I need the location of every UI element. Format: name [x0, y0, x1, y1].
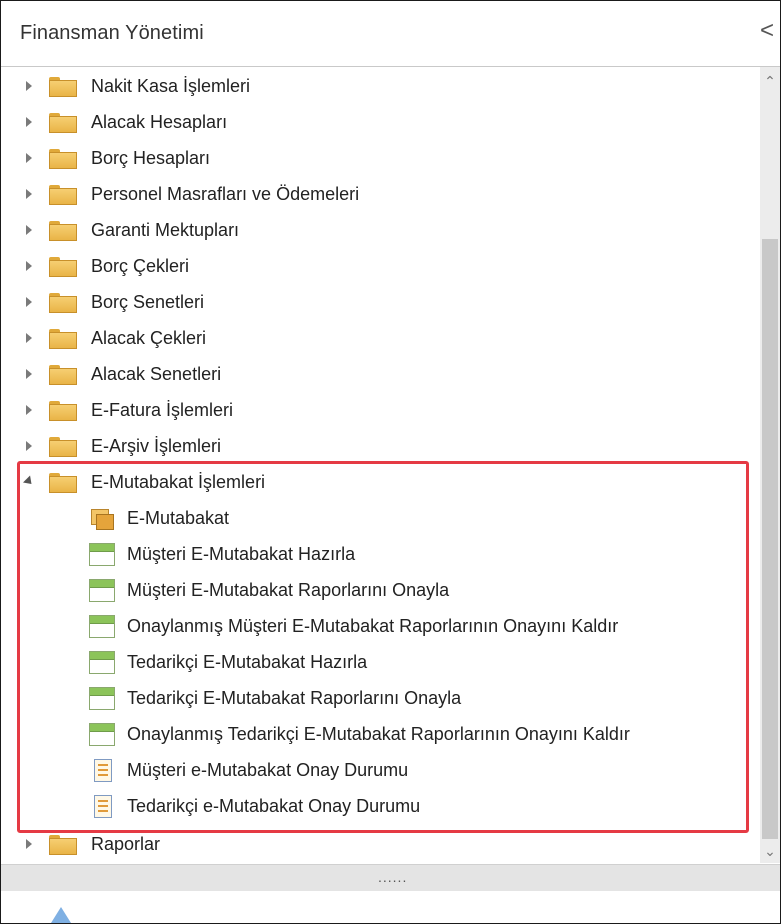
- tree-item-musteri-onay-kaldir[interactable]: Onaylanmış Müşteri E-Mutabakat Raporları…: [1, 609, 759, 643]
- expand-arrow-icon[interactable]: [26, 153, 32, 163]
- tree-folder-nakit-kasa[interactable]: Nakit Kasa İşlemleri: [1, 69, 759, 103]
- tree-item-label: Müşteri E-Mutabakat Raporlarını Onayla: [127, 580, 450, 600]
- expand-arrow-icon[interactable]: [26, 261, 32, 271]
- report-icon: [89, 759, 115, 782]
- expand-arrow-icon[interactable]: [26, 117, 32, 127]
- tree-folder-alacak-senetleri[interactable]: Alacak Senetleri: [1, 357, 759, 391]
- tree-folder-garanti-mektuplari[interactable]: Garanti Mektupları: [1, 213, 759, 247]
- tree-item-tedarikci-onay-durumu[interactable]: Tedarikçi e-Mutabakat Onay Durumu: [1, 789, 759, 823]
- tree-item-label: Borç Çekleri: [91, 256, 190, 276]
- tree-item-label: Borç Senetleri: [91, 292, 205, 312]
- vertical-scrollbar[interactable]: ⌃ ⌄: [760, 67, 780, 863]
- scroll-down-icon[interactable]: ⌄: [760, 841, 780, 861]
- tree-item-e-mutabakat[interactable]: E-Mutabakat: [1, 501, 759, 535]
- tree-item-label: Alacak Senetleri: [91, 364, 222, 384]
- expand-arrow-icon[interactable]: [26, 189, 32, 199]
- collapse-arrow-icon[interactable]: [22, 475, 36, 488]
- expand-arrow-icon[interactable]: [26, 441, 32, 451]
- tree-item-label: Raporlar: [91, 834, 161, 854]
- collapse-panel-button[interactable]: <: [760, 16, 780, 46]
- folder-icon: [49, 329, 78, 349]
- expand-arrow-icon[interactable]: [26, 297, 32, 307]
- folder-icon: [49, 149, 78, 169]
- expand-arrow-icon[interactable]: [26, 225, 32, 235]
- tree-item-label: Borç Hesapları: [91, 148, 211, 168]
- tree-item-label: Onaylanmış Müşteri E-Mutabakat Raporları…: [127, 616, 619, 636]
- tree-folder-borc-hesaplari[interactable]: Borç Hesapları: [1, 141, 759, 175]
- tree-folder-alacak-cekleri[interactable]: Alacak Çekleri: [1, 321, 759, 355]
- expand-arrow-icon[interactable]: [26, 839, 32, 849]
- form-icon: [89, 723, 115, 746]
- form-icon: [89, 579, 115, 602]
- folder-icon: [49, 365, 78, 385]
- tree-item-label: Personel Masrafları ve Ödemeleri: [91, 184, 360, 204]
- form-icon: [89, 687, 115, 710]
- scroll-up-icon[interactable]: ⌃: [760, 71, 780, 91]
- splitter-grip[interactable]: ......: [378, 869, 407, 885]
- tree-item-tedarikci-onayla[interactable]: Tedarikçi E-Mutabakat Raporlarını Onayla: [1, 681, 759, 715]
- folder-icon: [49, 401, 78, 421]
- panel-header: Finansman Yönetimi <: [1, 1, 780, 67]
- tree-item-musteri-onay-durumu[interactable]: Müşteri e-Mutabakat Onay Durumu: [1, 753, 759, 787]
- navigation-tree: Nakit Kasa İşlemleri Alacak Hesapları Bo…: [1, 67, 759, 863]
- tree-item-musteri-hazirla[interactable]: Müşteri E-Mutabakat Hazırla: [1, 537, 759, 571]
- tree-item-label: Nakit Kasa İşlemleri: [91, 76, 251, 96]
- tree-item-tedarikci-onay-kaldir[interactable]: Onaylanmış Tedarikçi E-Mutabakat Raporla…: [1, 717, 759, 751]
- scroll-thumb[interactable]: [762, 239, 778, 839]
- tree-item-label: Müşteri e-Mutabakat Onay Durumu: [127, 760, 409, 780]
- report-icon: [89, 795, 115, 818]
- folder-icon: [49, 473, 78, 493]
- tree-item-label: Onaylanmış Tedarikçi E-Mutabakat Raporla…: [127, 724, 630, 744]
- tree-item-label: E-Mutabakat İşlemleri: [91, 472, 266, 492]
- tree-folder-e-mutabakat[interactable]: E-Mutabakat İşlemleri: [1, 465, 759, 499]
- tree-folder-personel-masraflari[interactable]: Personel Masrafları ve Ödemeleri: [1, 177, 759, 211]
- form-icon: [89, 615, 115, 638]
- warning-triangle-icon: [51, 907, 71, 923]
- tree-folder-alacak-hesaplari[interactable]: Alacak Hesapları: [1, 105, 759, 139]
- folder-icon: [49, 257, 78, 277]
- tree-folder-raporlar[interactable]: Raporlar: [1, 827, 759, 861]
- tree-item-label: Alacak Çekleri: [91, 328, 207, 348]
- tree-item-label: Tedarikçi E-Mutabakat Raporlarını Onayla: [127, 688, 462, 708]
- tree-item-musteri-onayla[interactable]: Müşteri E-Mutabakat Raporlarını Onayla: [1, 573, 759, 607]
- expand-arrow-icon[interactable]: [26, 369, 32, 379]
- tree-item-label: E-Arşiv İşlemleri: [91, 436, 222, 456]
- folder-icon: [49, 221, 78, 241]
- tree-item-tedarikci-hazirla[interactable]: Tedarikçi E-Mutabakat Hazırla: [1, 645, 759, 679]
- panel-title: Finansman Yönetimi: [20, 22, 204, 44]
- folder-icon: [49, 293, 78, 313]
- navigation-panel: Finansman Yönetimi < Nakit Kasa İşlemler…: [0, 0, 781, 924]
- tree-item-label: Garanti Mektupları: [91, 220, 240, 240]
- tree-folder-e-arsiv[interactable]: E-Arşiv İşlemleri: [1, 429, 759, 463]
- tree-item-label: Müşteri E-Mutabakat Hazırla: [127, 544, 356, 564]
- folder-icon: [49, 113, 78, 133]
- bottom-area: [1, 891, 780, 923]
- tree-item-label: Alacak Hesapları: [91, 112, 228, 132]
- folder-icon: [49, 835, 78, 855]
- tree-item-label: E-Mutabakat: [127, 508, 230, 528]
- form-icon: [89, 651, 115, 674]
- tree-item-label: E-Fatura İşlemleri: [91, 400, 234, 420]
- tree-folder-borc-senetleri[interactable]: Borç Senetleri: [1, 285, 759, 319]
- expand-arrow-icon[interactable]: [26, 333, 32, 343]
- folder-icon: [49, 437, 78, 457]
- form-icon: [89, 543, 115, 566]
- expand-arrow-icon[interactable]: [26, 405, 32, 415]
- tree-item-label: Tedarikçi E-Mutabakat Hazırla: [127, 652, 368, 672]
- panel-splitter[interactable]: ......: [1, 864, 780, 891]
- tree-folder-borc-cekleri[interactable]: Borç Çekleri: [1, 249, 759, 283]
- tree-item-label: Tedarikçi e-Mutabakat Onay Durumu: [127, 796, 421, 816]
- folder-icon: [49, 77, 78, 97]
- tree-folder-e-fatura[interactable]: E-Fatura İşlemleri: [1, 393, 759, 427]
- expand-arrow-icon[interactable]: [26, 81, 32, 91]
- folder-icon: [49, 185, 78, 205]
- stack-icon: [89, 507, 115, 530]
